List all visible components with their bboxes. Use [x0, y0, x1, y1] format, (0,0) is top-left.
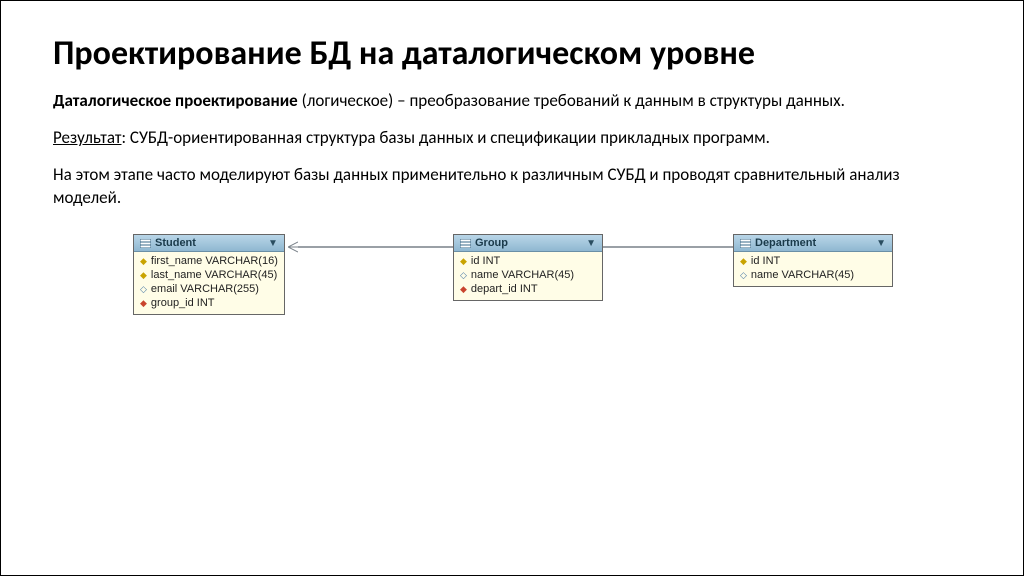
page-title: Проектирование БД на даталогическом уров… — [53, 35, 971, 72]
fk-icon: ◆ — [140, 298, 147, 309]
collapse-icon: ▼ — [876, 238, 886, 249]
slide-frame: Проектирование БД на даталогическом уров… — [0, 0, 1024, 576]
table-icon — [740, 239, 751, 248]
p1-bold: Даталогическое проектирование — [53, 90, 298, 111]
entity-title: Student — [155, 237, 196, 249]
key-icon: ◆ — [740, 256, 747, 267]
column-text: email VARCHAR(255) — [151, 283, 259, 295]
paragraph-2: Результат: СУБД-ориентированная структур… — [53, 127, 971, 150]
table-icon — [140, 239, 151, 248]
column-icon: ◇ — [140, 284, 147, 295]
entity-header-department: Department ▼ — [734, 235, 892, 252]
column-row: ◇ name VARCHAR(45) — [454, 268, 602, 282]
column-row: ◆ group_id INT — [134, 296, 284, 310]
column-icon: ◇ — [460, 270, 467, 281]
p1-rest: (логическое) – преобразование требований… — [298, 90, 845, 111]
paragraph-3: На этом этапе часто моделируют базы данн… — [53, 164, 971, 210]
column-text: first_name VARCHAR(16) — [151, 255, 278, 267]
entity-title: Group — [475, 237, 508, 249]
column-row: ◇ email VARCHAR(255) — [134, 282, 284, 296]
entity-group: Group ▼ ◆ id INT ◇ name VARCHAR(45) ◆ depar… — [453, 234, 603, 301]
entity-title: Department — [755, 237, 816, 249]
p2-rest: : СУБД-ориентированная структура базы да… — [122, 127, 770, 148]
column-row: ◆ id INT — [734, 254, 892, 268]
er-diagram: Student ▼ ◆ first_name VARCHAR(16) ◆ last_… — [113, 224, 971, 394]
column-row: ◆ id INT — [454, 254, 602, 268]
entity-department: Department ▼ ◆ id INT ◇ name VARCHAR(45) — [733, 234, 893, 287]
entity-body-student: ◆ first_name VARCHAR(16) ◆ last_name VARCH… — [134, 252, 284, 314]
collapse-icon: ▼ — [586, 238, 596, 249]
entity-body-department: ◆ id INT ◇ name VARCHAR(45) — [734, 252, 892, 286]
key-icon: ◆ — [140, 256, 147, 267]
column-text: id INT — [471, 255, 500, 267]
column-text: depart_id INT — [471, 283, 538, 295]
entity-header-group: Group ▼ — [454, 235, 602, 252]
key-icon: ◆ — [460, 256, 467, 267]
column-text: group_id INT — [151, 297, 215, 309]
paragraph-1: Даталогическое проектирование (логическо… — [53, 90, 971, 113]
column-icon: ◇ — [740, 270, 747, 281]
entity-student: Student ▼ ◆ first_name VARCHAR(16) ◆ last_… — [133, 234, 285, 315]
column-text: name VARCHAR(45) — [471, 269, 574, 281]
column-text: last_name VARCHAR(45) — [151, 269, 277, 281]
p2-label: Результат — [53, 127, 122, 148]
collapse-icon: ▼ — [268, 238, 278, 249]
column-row: ◇ name VARCHAR(45) — [734, 268, 892, 282]
entity-header-student: Student ▼ — [134, 235, 284, 252]
fk-icon: ◆ — [460, 284, 467, 295]
column-text: id INT — [751, 255, 780, 267]
column-row: ◆ depart_id INT — [454, 282, 602, 296]
connector-student-group — [298, 246, 453, 248]
key-icon: ◆ — [140, 270, 147, 281]
entity-body-group: ◆ id INT ◇ name VARCHAR(45) ◆ depart_id INT — [454, 252, 602, 300]
table-icon — [460, 239, 471, 248]
column-row: ◆ last_name VARCHAR(45) — [134, 268, 284, 282]
connector-group-department — [603, 246, 733, 248]
crowfoot-icon — [288, 241, 298, 253]
column-text: name VARCHAR(45) — [751, 269, 854, 281]
column-row: ◆ first_name VARCHAR(16) — [134, 254, 284, 268]
